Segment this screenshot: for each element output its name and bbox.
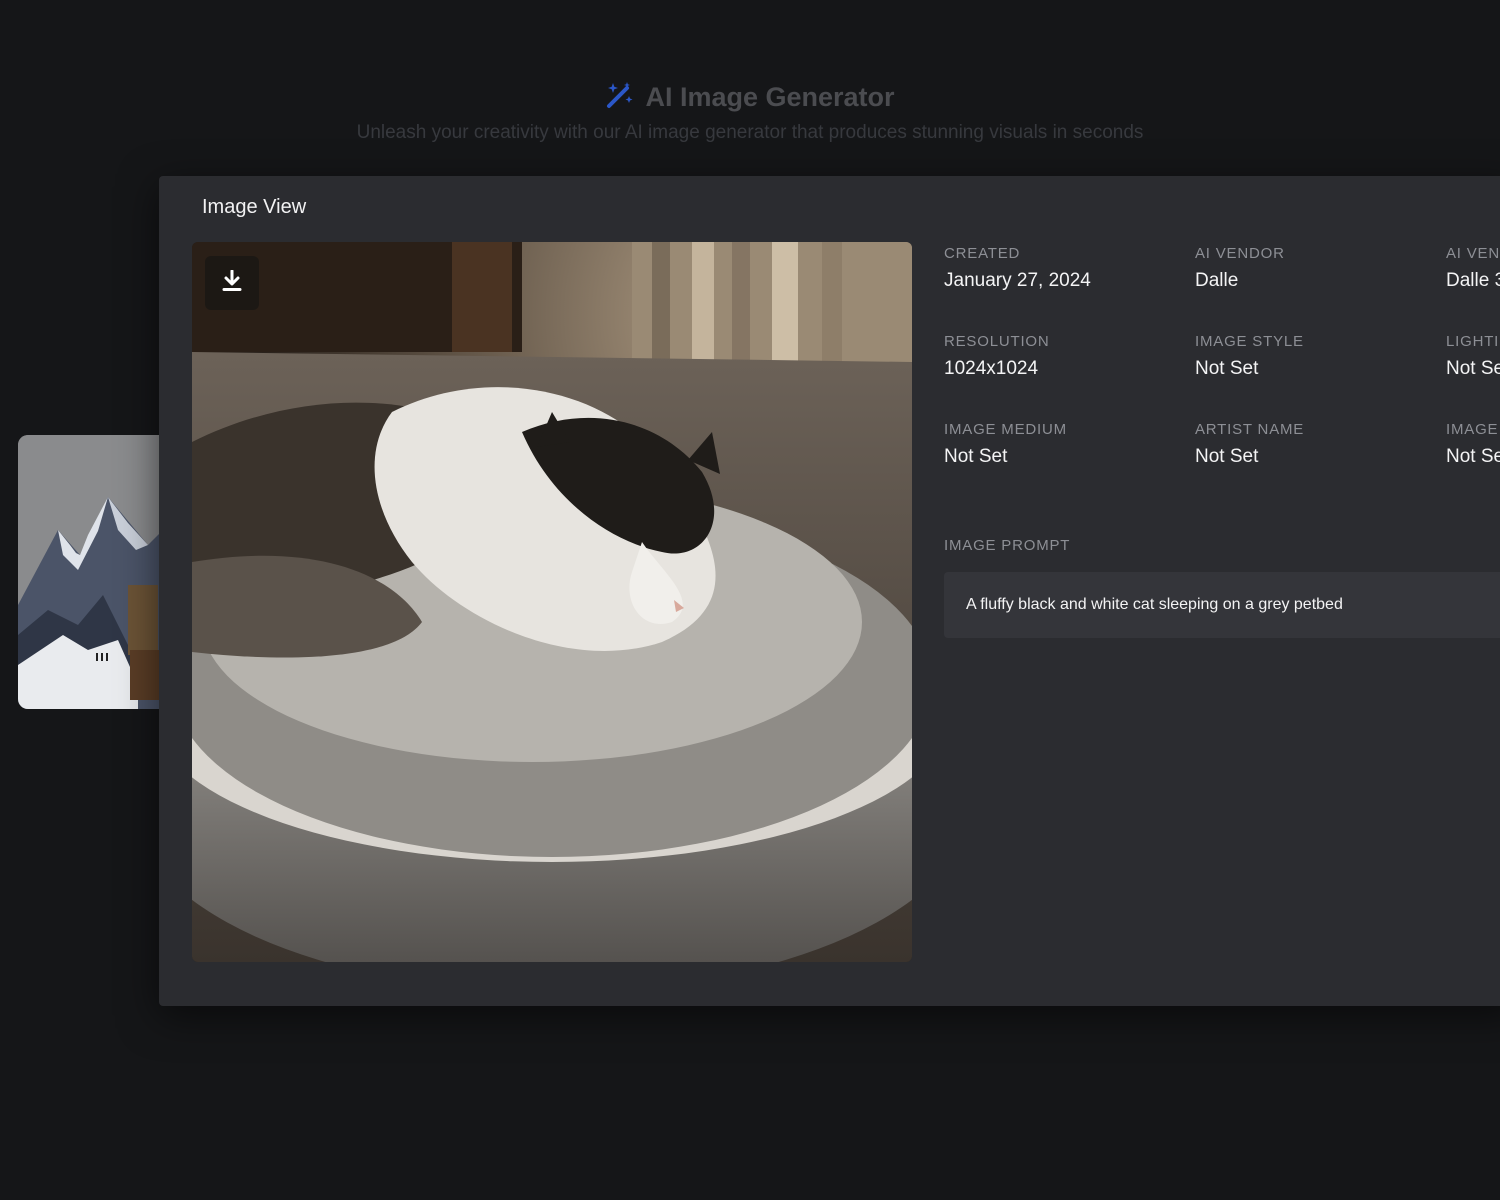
download-button[interactable] [205, 256, 259, 310]
field-value: Not Set [1195, 358, 1259, 379]
field-label: IMAGE [1446, 421, 1499, 438]
field-value: Not Set [944, 446, 1008, 467]
field-ai-version: AI VEN Dalle 3 [1446, 245, 1500, 292]
field-image-medium: IMAGE MEDIUM Not Set [944, 421, 1194, 468]
field-artist-name: ARTIST NAME Not Set [1195, 421, 1445, 468]
modal-title: Image View [202, 196, 307, 218]
app-subtitle: Unleash your creativity with our AI imag… [356, 122, 1144, 143]
field-created: CREATED January 27, 2024 [944, 245, 1194, 292]
image-prompt-text: A fluffy black and white cat sleeping on… [944, 572, 1500, 638]
field-resolution: RESOLUTION 1024x1024 [944, 333, 1194, 380]
field-value: 1024x1024 [944, 358, 1039, 379]
field-label: IMAGE MEDIUM [944, 421, 1067, 438]
field-value: Not Se [1446, 446, 1500, 467]
app-title: AI Image Generator [645, 82, 895, 112]
image-view-modal: Image View CREATED January 27, 2024 AI V… [159, 176, 1500, 1006]
field-lighting: LIGHTI Not Se [1446, 333, 1500, 380]
generated-image [192, 242, 912, 962]
field-label: CREATED [944, 245, 1021, 262]
field-image-other: IMAGE Not Se [1446, 421, 1500, 468]
app-title-row: AI Image Generator [0, 80, 1500, 115]
field-ai-vendor: AI VENDOR Dalle [1195, 245, 1445, 292]
field-label: LIGHTI [1446, 333, 1500, 350]
field-label: RESOLUTION [944, 333, 1050, 350]
page: AI Image Generator Unleash your creativi… [0, 0, 1500, 1200]
field-value: January 27, 2024 [944, 270, 1091, 291]
magic-wand-icon [605, 80, 635, 115]
field-image-style: IMAGE STYLE Not Set [1195, 333, 1445, 380]
field-value: Dalle [1195, 270, 1239, 291]
field-label: AI VENDOR [1195, 245, 1285, 262]
field-value: Not Se [1446, 358, 1500, 379]
download-icon [222, 269, 242, 297]
field-label: ARTIST NAME [1195, 421, 1305, 438]
image-prompt-label: IMAGE PROMPT [944, 537, 1071, 554]
field-value: Dalle 3 [1446, 270, 1500, 291]
field-label: AI VEN [1446, 245, 1500, 262]
field-label: IMAGE STYLE [1195, 333, 1304, 350]
field-value: Not Set [1195, 446, 1259, 467]
